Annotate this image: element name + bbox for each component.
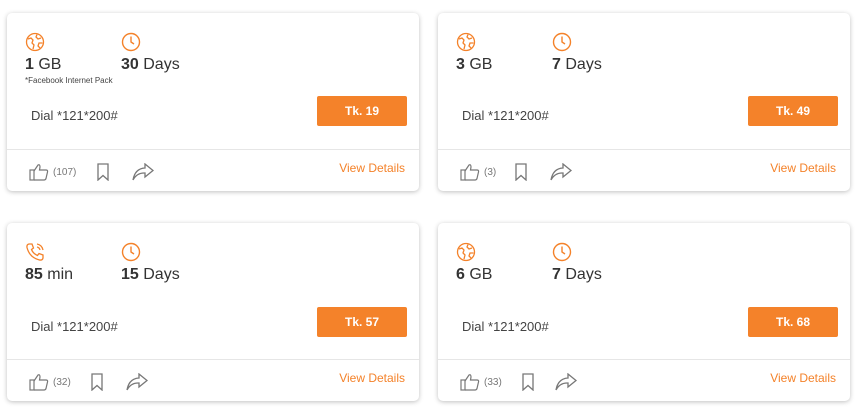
validity: 15 Days: [121, 266, 180, 283]
like-button[interactable]: (3): [460, 163, 496, 181]
clock-icon: [552, 32, 572, 52]
dial-code: Dial *121*200#: [462, 319, 549, 334]
offer-card: 85 min 15 Days Dial *121*200# Tk. 57 (32…: [7, 223, 419, 401]
bookmark-button[interactable]: [96, 163, 110, 181]
data-volume: 6 GB: [456, 266, 493, 283]
validity: 7 Days: [552, 56, 602, 73]
buy-price-button[interactable]: Tk. 49: [748, 96, 838, 126]
like-count: (32): [53, 376, 71, 388]
like-button[interactable]: (32): [29, 373, 71, 391]
talk-time: 85 min: [25, 266, 74, 283]
clock-icon: [552, 242, 572, 262]
view-details-link[interactable]: View Details: [770, 161, 836, 175]
like-count: (33): [484, 376, 502, 388]
bookmark-icon: [97, 163, 109, 181]
data-volume: 3 GB: [456, 56, 493, 73]
globe-icon: [456, 32, 476, 52]
validity: 30 Days: [121, 56, 180, 73]
thumbs-up-icon: [460, 374, 480, 391]
thumbs-up-icon: [29, 164, 49, 181]
data-volume: 1 GB: [25, 56, 62, 73]
dial-code: Dial *121*200#: [31, 108, 118, 123]
bookmark-button[interactable]: [90, 373, 104, 391]
share-icon: [555, 373, 577, 391]
buy-price-button[interactable]: Tk. 68: [748, 307, 838, 337]
share-button[interactable]: [126, 373, 148, 391]
bookmark-icon: [515, 163, 527, 181]
share-icon: [550, 163, 572, 181]
like-button[interactable]: (33): [460, 373, 502, 391]
like-count: (3): [484, 166, 497, 178]
share-button[interactable]: [132, 163, 154, 181]
bookmark-icon: [522, 373, 534, 391]
pack-note: *Facebook Internet Pack: [25, 76, 113, 85]
bookmark-icon: [91, 373, 103, 391]
validity: 7 Days: [552, 266, 602, 283]
globe-icon: [25, 32, 45, 52]
like-button[interactable]: (107): [29, 163, 76, 181]
share-icon: [126, 373, 148, 391]
offer-card: 6 GB 7 Days Dial *121*200# Tk. 68 (33) V…: [438, 223, 850, 401]
view-details-link[interactable]: View Details: [339, 161, 405, 175]
divider: [7, 149, 419, 150]
view-details-link[interactable]: View Details: [770, 371, 836, 385]
clock-icon: [121, 32, 141, 52]
like-count: (107): [53, 166, 77, 178]
phone-call-icon: [25, 242, 45, 262]
clock-icon: [121, 242, 141, 262]
share-button[interactable]: [555, 373, 577, 391]
divider: [438, 359, 850, 360]
thumbs-up-icon: [460, 164, 480, 181]
divider: [438, 149, 850, 150]
share-button[interactable]: [550, 163, 572, 181]
offer-card: 1 GB 30 Days *Facebook Internet Pack Dia…: [7, 13, 419, 191]
globe-icon: [456, 242, 476, 262]
view-details-link[interactable]: View Details: [339, 371, 405, 385]
dial-code: Dial *121*200#: [462, 108, 549, 123]
share-icon: [132, 163, 154, 181]
bookmark-button[interactable]: [514, 163, 528, 181]
offer-card: 3 GB 7 Days Dial *121*200# Tk. 49 (3) Vi…: [438, 13, 850, 191]
buy-price-button[interactable]: Tk. 57: [317, 307, 407, 337]
bookmark-button[interactable]: [521, 373, 535, 391]
divider: [7, 359, 419, 360]
thumbs-up-icon: [29, 374, 49, 391]
buy-price-button[interactable]: Tk. 19: [317, 96, 407, 126]
dial-code: Dial *121*200#: [31, 319, 118, 334]
